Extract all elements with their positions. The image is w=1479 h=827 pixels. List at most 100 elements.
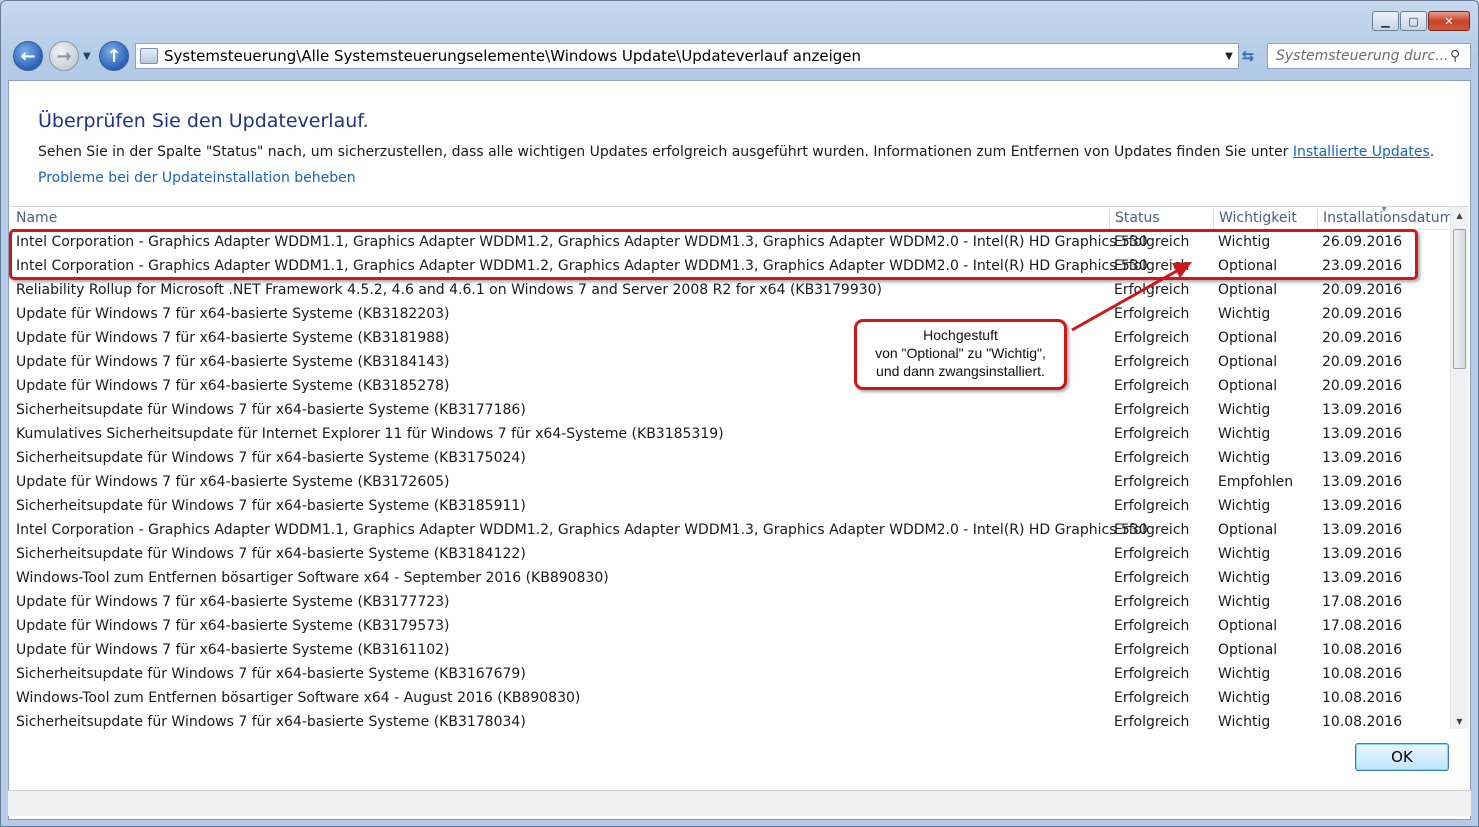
cell-install-date: 13.09.2016 xyxy=(1322,522,1403,538)
cell-importance: Wichtig xyxy=(1218,450,1271,466)
list-rows: Intel Corporation - Graphics Adapter WDD… xyxy=(11,230,1448,729)
description-text: Sehen Sie in der Spalte "Status" nach, u… xyxy=(38,144,1293,160)
cell-install-date: 17.08.2016 xyxy=(1322,618,1403,634)
cell-status: Erfolgreich xyxy=(1114,570,1190,586)
table-row[interactable]: Reliability Rollup for Microsoft .NET Fr… xyxy=(11,278,1448,302)
cell-install-date: 10.08.2016 xyxy=(1322,666,1403,682)
cell-status: Erfolgreich xyxy=(1114,546,1190,562)
cell-importance: Wichtig xyxy=(1218,306,1271,322)
cell-name: Sicherheitsupdate für Windows 7 für x64-… xyxy=(16,714,526,729)
cell-name: Update für Windows 7 für x64-basierte Sy… xyxy=(16,594,450,610)
recent-pages-dropdown[interactable]: ▼ xyxy=(83,51,91,62)
cell-name: Update für Windows 7 für x64-basierte Sy… xyxy=(16,306,450,322)
column-header-status[interactable]: Status xyxy=(1109,210,1213,230)
cell-status: Erfolgreich xyxy=(1114,474,1190,490)
column-header-name[interactable]: Name xyxy=(11,210,1109,230)
installed-updates-link[interactable]: Installierte Updates xyxy=(1293,144,1430,160)
table-row[interactable]: Sicherheitsupdate für Windows 7 für x64-… xyxy=(11,446,1448,470)
address-text[interactable]: Systemsteuerung\Alle Systemsteuerungsele… xyxy=(164,47,1220,65)
cell-status: Erfolgreich xyxy=(1114,642,1190,658)
cell-install-date: 13.09.2016 xyxy=(1322,546,1403,562)
scroll-thumb[interactable] xyxy=(1453,229,1466,369)
cell-importance: Optional xyxy=(1218,522,1278,538)
cell-status: Erfolgreich xyxy=(1114,666,1190,682)
cell-importance: Wichtig xyxy=(1218,570,1271,586)
cell-install-date: 10.08.2016 xyxy=(1322,642,1403,658)
arrow-up-icon: ↑ xyxy=(106,45,122,67)
update-history-list[interactable]: Name Status Wichtigkeit Installationsdat… xyxy=(11,206,1468,729)
cell-importance: Optional xyxy=(1218,618,1278,634)
refresh-button[interactable]: ⇆ xyxy=(1235,43,1261,69)
cell-install-date: 13.09.2016 xyxy=(1322,570,1403,586)
cell-importance: Wichtig xyxy=(1218,426,1271,442)
cell-importance: Wichtig xyxy=(1218,666,1271,682)
table-row[interactable]: Update für Windows 7 für x64-basierte Sy… xyxy=(11,638,1448,662)
cell-name: Windows-Tool zum Entfernen bösartiger So… xyxy=(16,570,609,586)
table-row[interactable]: Windows-Tool zum Entfernen bösartiger So… xyxy=(11,566,1448,590)
cell-status: Erfolgreich xyxy=(1114,594,1190,610)
cell-importance: Wichtig xyxy=(1218,402,1271,418)
cell-status: Erfolgreich xyxy=(1114,306,1190,322)
cell-install-date: 10.08.2016 xyxy=(1322,690,1403,706)
close-button[interactable]: ✕ xyxy=(1428,11,1470,31)
table-row[interactable]: Sicherheitsupdate für Windows 7 für x64-… xyxy=(11,494,1448,518)
search-input[interactable]: Systemsteuerung durc... ⚲ xyxy=(1267,43,1471,69)
table-row[interactable]: Update für Windows 7 für x64-basierte Sy… xyxy=(11,590,1448,614)
cell-status: Erfolgreich xyxy=(1114,498,1190,514)
scroll-down-icon[interactable]: ▼ xyxy=(1451,713,1468,729)
cell-name: Windows-Tool zum Entfernen bösartiger So… xyxy=(16,690,581,706)
maximize-button[interactable]: ▢ xyxy=(1400,11,1427,31)
cell-install-date: 20.09.2016 xyxy=(1322,330,1403,346)
list-header: Name Status Wichtigkeit Installationsdat… xyxy=(11,206,1453,230)
up-button[interactable]: ↑ xyxy=(99,41,129,71)
troubleshoot-link[interactable]: Probleme bei der Updateinstallation behe… xyxy=(38,170,356,186)
cell-install-date: 17.08.2016 xyxy=(1322,594,1403,610)
table-row[interactable]: Update für Windows 7 für x64-basierte Sy… xyxy=(11,302,1448,326)
cell-name: Reliability Rollup for Microsoft .NET Fr… xyxy=(16,282,882,298)
cell-importance: Optional xyxy=(1218,330,1278,346)
table-row[interactable]: Update für Windows 7 für x64-basierte Sy… xyxy=(11,350,1448,374)
description-end: . xyxy=(1429,144,1435,160)
address-bar[interactable]: Systemsteuerung\Alle Systemsteuerungsele… xyxy=(135,43,1239,69)
cell-status: Erfolgreich xyxy=(1114,618,1190,634)
chevron-down-icon: ▼ xyxy=(83,51,91,62)
back-button[interactable]: ← xyxy=(13,41,43,71)
cell-install-date: 13.09.2016 xyxy=(1322,474,1403,490)
arrow-right-icon: → xyxy=(56,45,72,67)
cell-importance: Wichtig xyxy=(1218,714,1271,729)
ok-button[interactable]: OK xyxy=(1355,743,1449,771)
column-header-importance[interactable]: Wichtigkeit xyxy=(1213,210,1317,230)
column-header-install-date[interactable]: Installationsdatum xyxy=(1317,210,1453,230)
cell-install-date: 13.09.2016 xyxy=(1322,426,1403,442)
table-row[interactable]: Windows-Tool zum Entfernen bösartiger So… xyxy=(11,686,1448,710)
callout-line-2: von "Optional" zu "Wichtig", xyxy=(875,345,1046,361)
table-row[interactable]: Kumulatives Sicherheitsupdate für Intern… xyxy=(11,422,1448,446)
table-row[interactable]: Intel Corporation - Graphics Adapter WDD… xyxy=(11,518,1448,542)
vertical-scrollbar[interactable]: ▲ ▼ xyxy=(1450,207,1468,729)
table-row[interactable]: Sicherheitsupdate für Windows 7 für x64-… xyxy=(11,662,1448,686)
cell-name: Update für Windows 7 für x64-basierte Sy… xyxy=(16,330,450,346)
arrow-left-icon: ← xyxy=(20,45,36,67)
forward-button[interactable]: → xyxy=(49,41,79,71)
cell-status: Erfolgreich xyxy=(1114,522,1190,538)
cell-name: Intel Corporation - Graphics Adapter WDD… xyxy=(16,522,1148,538)
cell-status: Erfolgreich xyxy=(1114,282,1190,298)
cell-name: Update für Windows 7 für x64-basierte Sy… xyxy=(16,642,450,658)
cell-status: Erfolgreich xyxy=(1114,714,1190,729)
table-row[interactable]: Update für Windows 7 für x64-basierte Sy… xyxy=(11,470,1448,494)
table-row[interactable]: Sicherheitsupdate für Windows 7 für x64-… xyxy=(11,710,1448,729)
minimize-button[interactable]: ▁ xyxy=(1372,11,1399,31)
table-row[interactable]: Update für Windows 7 für x64-basierte Sy… xyxy=(11,614,1448,638)
scroll-up-icon[interactable]: ▲ xyxy=(1451,207,1468,224)
cell-importance: Wichtig xyxy=(1218,498,1271,514)
cell-name: Update für Windows 7 für x64-basierte Sy… xyxy=(16,354,450,370)
cell-name: Sicherheitsupdate für Windows 7 für x64-… xyxy=(16,546,526,562)
table-row[interactable]: Sicherheitsupdate für Windows 7 für x64-… xyxy=(11,542,1448,566)
table-row[interactable]: Sicherheitsupdate für Windows 7 für x64-… xyxy=(11,398,1448,422)
table-row[interactable]: Update für Windows 7 für x64-basierte Sy… xyxy=(11,326,1448,350)
search-icon[interactable]: ⚲ xyxy=(1450,48,1470,64)
cell-install-date: 10.08.2016 xyxy=(1322,714,1403,729)
table-row[interactable]: Update für Windows 7 für x64-basierte Sy… xyxy=(11,374,1448,398)
sort-descending-icon: ▼ xyxy=(1381,206,1388,213)
search-placeholder: Systemsteuerung durc... xyxy=(1276,48,1449,64)
